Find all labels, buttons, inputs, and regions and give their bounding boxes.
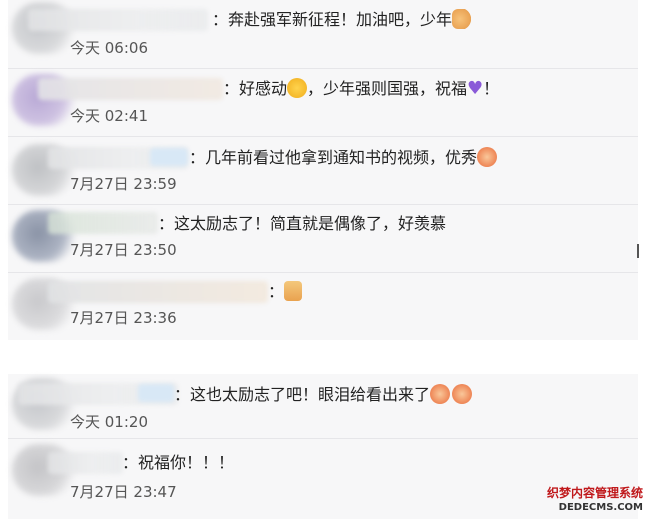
comment-item: ：几年前看过他拿到通知书的视频，优秀 7月27日 23:59: [8, 136, 638, 205]
comment-item: ：好感动 ，少年强则国强，祝福♥！ 今天 02:41: [8, 68, 638, 137]
username-blurred[interactable]: [38, 78, 223, 100]
comment-text: ：奔赴强军新征程！加油吧，少年: [212, 9, 473, 31]
comment-time: 今天 02:41: [70, 107, 148, 125]
clapping-emoji-icon: [477, 147, 498, 167]
comment-text: ：好感动 ，少年强则国强，祝福♥！: [223, 78, 500, 99]
comment-text: ：祝福你！！！: [122, 453, 235, 472]
comment-time: 今天 01:20: [70, 413, 148, 431]
username-blurred[interactable]: [48, 281, 268, 303]
username-blurred[interactable]: [48, 452, 123, 474]
comment-text: ：: [268, 281, 303, 303]
watermark-cn: 织梦内容管理系统: [546, 486, 643, 500]
clapping-emoji-icon: [430, 384, 451, 404]
comment-item: ：奔赴强军新征程！加油吧，少年 今天 06:06: [8, 0, 638, 69]
comment-list-bottom: ：这也太励志了吧！眼泪给看出来了 今天 01:20 ：祝福你！！！ 7月27日 …: [8, 374, 638, 519]
watermark-en: DEDECMS.COM: [558, 502, 643, 513]
muscle-emoji-icon: [452, 9, 473, 29]
username-blurred[interactable]: [28, 9, 208, 31]
username-blurred-accent: [138, 384, 174, 402]
comment-item: ：这也太励志了吧！眼泪给看出来了 今天 01:20: [8, 374, 638, 439]
purple-heart-emoji-icon: ♥: [467, 78, 484, 99]
comment-item: ：祝福你！！！ 7月27日 23:47: [8, 438, 638, 519]
comment-item: ： 7月27日 23:36: [8, 272, 638, 340]
comment-text: ：这也太励志了吧！眼泪给看出来了: [174, 384, 473, 406]
scrollbar-indicator[interactable]: [637, 244, 639, 258]
watermark: 织梦内容管理系统 DEDECMS.COM: [547, 484, 643, 513]
comment-time: 7月27日 23:47: [70, 483, 177, 501]
thumbs-up-emoji-icon: [284, 281, 303, 301]
username-blurred-accent: [150, 148, 188, 166]
crying-face-emoji-icon: [287, 78, 308, 98]
username-blurred[interactable]: [48, 212, 158, 234]
clapping-emoji-icon: [452, 384, 473, 404]
comment-text: ：这太励志了！简直就是偶像了，好羡慕: [158, 214, 447, 233]
comment-list-top: ：奔赴强军新征程！加油吧，少年 今天 06:06 ：好感动 ，少年强则国强，祝福♥…: [8, 0, 638, 340]
comment-item: ：这太励志了！简直就是偶像了，好羡慕 7月27日 23:50: [8, 204, 638, 273]
comment-time: 今天 06:06: [70, 39, 148, 57]
comment-time: 7月27日 23:36: [70, 309, 177, 327]
comment-text: ：几年前看过他拿到通知书的视频，优秀: [189, 147, 498, 169]
comment-time: 7月27日 23:59: [70, 175, 177, 193]
comment-time: 7月27日 23:50: [70, 241, 177, 259]
